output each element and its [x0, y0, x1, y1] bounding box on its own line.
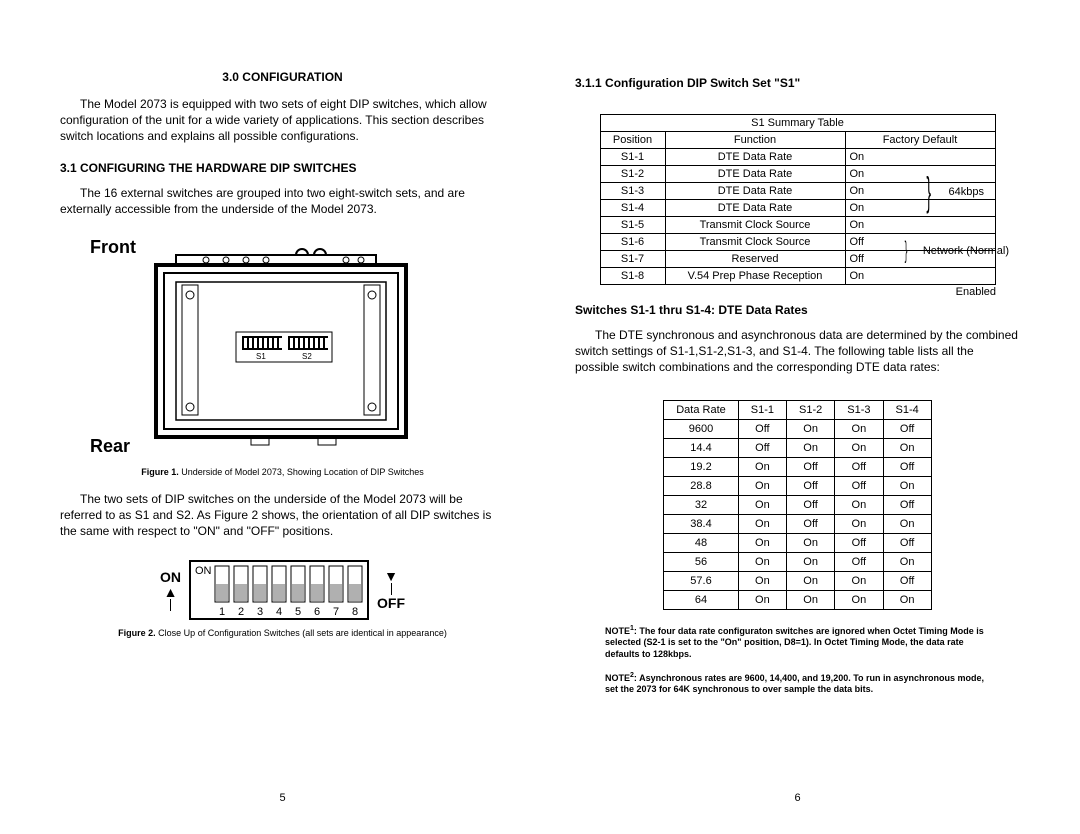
table-row: 56OnOnOffOn — [664, 552, 932, 571]
t2-header: S1-4 — [883, 400, 931, 419]
svg-text:4: 4 — [276, 606, 282, 618]
para-s1-s2: The two sets of DIP switches on the unde… — [60, 491, 505, 540]
svg-text:7: 7 — [333, 606, 339, 618]
subhead-3-1: 3.1 CONFIGURING THE HARDWARE DIP SWITCHE… — [60, 161, 505, 175]
table-row: 9600OffOnOnOff — [664, 419, 932, 438]
figure-2-caption: Figure 2. Close Up of Configuration Swit… — [60, 628, 505, 638]
svg-text:8: 8 — [352, 606, 358, 618]
table-row: S1-5Transmit Clock SourceOn — [600, 217, 995, 234]
fig2-off-label: OFF — [377, 595, 405, 611]
dip-switch-closeup: ON 1 2 3 4 5 6 7 8 — [189, 560, 369, 620]
svg-text:2: 2 — [238, 606, 244, 618]
table-row: 38.4OnOffOnOn — [664, 514, 932, 533]
figure-1: Front Rear — [90, 237, 505, 457]
svg-text:3: 3 — [257, 606, 263, 618]
svg-text:5: 5 — [295, 606, 301, 618]
page-number-left: 5 — [60, 777, 505, 804]
page-right: 3.1.1 Configuration DIP Switch Set "S1" … — [575, 70, 1020, 804]
subhead-3-1-1: 3.1.1 Configuration DIP Switch Set "S1" — [575, 76, 1020, 90]
t1-title: S1 Summary Table — [600, 115, 995, 132]
fig1-s1-label: S1 — [256, 352, 266, 361]
figure-1-caption: Figure 1. Underside of Model 2073, Showi… — [60, 467, 505, 477]
s1-summary-table: S1 Summary Table Position Function Facto… — [600, 114, 996, 285]
table-row: S1-3DTE Data RateOn — [600, 183, 995, 200]
figure-2: ON ▲ ON 1 2 3 4 5 6 7 8 ▼ OFF — [60, 560, 505, 620]
para-16-switches: The 16 external switches are grouped int… — [60, 185, 505, 217]
table-row: 19.2OnOffOffOff — [664, 457, 932, 476]
table-row: S1-2DTE Data RateOn — [600, 166, 995, 183]
page-number-right: 6 — [575, 777, 1020, 804]
t1-h-function: Function — [665, 132, 845, 149]
fig1-s2-label: S2 — [302, 352, 312, 361]
table-row: S1-1DTE Data RateOn — [600, 149, 995, 166]
table-row: 32OnOffOnOff — [664, 495, 932, 514]
fig1-rear-label: Rear — [90, 436, 136, 457]
svg-text:1: 1 — [219, 606, 225, 618]
table-row: 64OnOnOnOn — [664, 590, 932, 609]
t1-anno-network: Network (Normal) — [923, 245, 1009, 257]
fig2-on-label: ON — [160, 569, 181, 585]
table-row: 48OnOnOffOff — [664, 533, 932, 552]
section-title: 3.0 CONFIGURATION — [60, 70, 505, 84]
arrow-down-icon: ▼ — [384, 569, 398, 583]
table-row: 28.8OnOffOffOn — [664, 476, 932, 495]
para-intro: The Model 2073 is equipped with two sets… — [60, 96, 505, 145]
t2-header: S1-1 — [738, 400, 786, 419]
page-left: 3.0 CONFIGURATION The Model 2073 is equi… — [60, 70, 505, 804]
table-row: S1-4DTE Data RateOn — [600, 200, 995, 217]
t1-anno-enabled: Enabled — [956, 286, 996, 298]
dte-data-rate-table: Data RateS1-1S1-2S1-3S1-4 9600OffOnOnOff… — [663, 400, 932, 610]
para-dte-rates: The DTE synchronous and asynchronous dat… — [575, 327, 1020, 376]
subhead-s1-1-4: Switches S1-1 thru S1-4: DTE Data Rates — [575, 303, 1020, 317]
t2-header: S1-3 — [835, 400, 883, 419]
t2-header: Data Rate — [664, 400, 739, 419]
device-underside-diagram: S1 S2 — [146, 237, 416, 457]
svg-text:6: 6 — [314, 606, 320, 618]
note-1: NOTE1: The four data rate configuraton s… — [605, 624, 990, 661]
t1-h-default: Factory Default — [845, 132, 995, 149]
table-row: 57.6OnOnOnOff — [664, 571, 932, 590]
fig2-on-box: ON — [195, 565, 212, 577]
table-row: 14.4OffOnOnOn — [664, 438, 932, 457]
arrow-up-icon: ▲ — [164, 585, 178, 599]
note-2: NOTE2: Asynchronous rates are 9600, 14,4… — [605, 671, 990, 696]
t1-h-position: Position — [600, 132, 665, 149]
fig1-front-label: Front — [90, 237, 136, 258]
table-row: S1-8V.54 Prep Phase ReceptionOn — [600, 268, 995, 285]
t2-header: S1-2 — [787, 400, 835, 419]
t1-anno-64kbps: 64kbps — [949, 186, 984, 198]
